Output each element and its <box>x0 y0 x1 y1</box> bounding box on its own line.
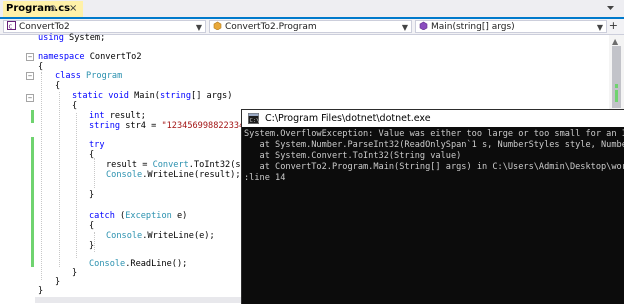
split-window-icon[interactable]: + <box>609 19 618 32</box>
code-line: class Program <box>55 71 123 81</box>
horizontal-scrollbar[interactable] <box>35 297 245 303</box>
console-line: at System.Number.ParseInt32(ReadOnlySpan… <box>259 140 624 150</box>
console-line: :line 14 <box>244 173 286 183</box>
code-line: { <box>55 81 61 91</box>
indent-guide <box>94 158 95 188</box>
console-window[interactable]: C:\ C:\Program Files\dotnet\dotnet.exe S… <box>241 109 624 304</box>
change-marker <box>31 110 34 123</box>
code-line: } <box>72 268 78 278</box>
collapse-toggle[interactable]: − <box>26 72 34 80</box>
code-line: Console.ReadLine(); <box>89 259 188 269</box>
chevron-down-icon: ▼ <box>401 23 408 32</box>
code-line: using System; <box>38 33 106 43</box>
class-icon <box>213 21 222 30</box>
indent-guide <box>41 72 42 280</box>
tab-program-cs[interactable]: Program.cs ⊕ × <box>3 1 83 17</box>
console-title-bar[interactable]: C:\ C:\Program Files\dotnet\dotnet.exe <box>242 110 624 127</box>
indent-guide <box>59 92 60 267</box>
collapse-toggle[interactable]: − <box>26 53 34 61</box>
tab-label: Program.cs <box>6 3 71 14</box>
change-marker <box>615 90 618 102</box>
code-line: } <box>89 190 95 200</box>
pin-icon[interactable]: ⊕ <box>49 1 57 17</box>
chevron-down-icon: ▼ <box>195 23 202 32</box>
change-marker <box>615 84 618 88</box>
console-output: System.OverflowException: Value was eith… <box>242 127 624 304</box>
method-icon <box>419 21 428 30</box>
console-line: at ConvertTo2.Program.Main(String[] args… <box>259 162 624 172</box>
code-line: catch (Exception e) <box>89 211 188 221</box>
console-app-icon: C:\ <box>248 113 259 124</box>
code-line: namespace ConvertTo2 <box>38 52 142 62</box>
member-dropdown[interactable]: Main(string[] args) ▼ <box>415 20 607 33</box>
code-line: { <box>72 101 78 111</box>
scroll-up-icon[interactable]: ▲ <box>612 37 618 46</box>
close-tab-icon[interactable]: × <box>69 1 77 17</box>
code-line: Console.WriteLine(result); <box>106 170 241 180</box>
class-name: ConvertTo2.Program <box>225 22 317 32</box>
code-line: } <box>55 277 61 287</box>
code-line: Console.WriteLine(e); <box>106 231 215 241</box>
code-line: } <box>38 286 44 296</box>
code-line: { <box>89 150 95 160</box>
console-title: C:\Program Files\dotnet\dotnet.exe <box>265 113 431 124</box>
indent-guide <box>76 113 77 258</box>
document-tab-strip: Program.cs ⊕ × <box>0 0 624 19</box>
csharp-project-icon: c <box>7 21 16 30</box>
console-line: at System.Convert.ToInt32(String value) <box>244 151 462 161</box>
code-line: { <box>38 62 44 72</box>
collapse-toggle[interactable]: − <box>26 94 34 102</box>
code-line: static void Main(string[] args) <box>72 91 233 101</box>
tab-dropdown-icon[interactable] <box>605 2 616 14</box>
member-name: Main(string[] args) <box>431 22 515 32</box>
svg-text:C:\: C:\ <box>250 118 260 124</box>
console-line: System.OverflowException: Value was eith… <box>244 129 624 139</box>
class-dropdown[interactable]: ConvertTo2.Program ▼ <box>209 20 412 33</box>
code-line: } <box>89 241 95 251</box>
code-line: string str4 = "12345699882233445"; <box>89 121 265 131</box>
project-dropdown[interactable]: c ConvertTo2 ▼ <box>3 20 206 33</box>
svg-text:c: c <box>9 23 13 31</box>
code-line: { <box>89 221 95 231</box>
chevron-down-icon: ▼ <box>596 23 603 32</box>
change-marker <box>31 137 34 267</box>
project-name: ConvertTo2 <box>19 22 70 32</box>
